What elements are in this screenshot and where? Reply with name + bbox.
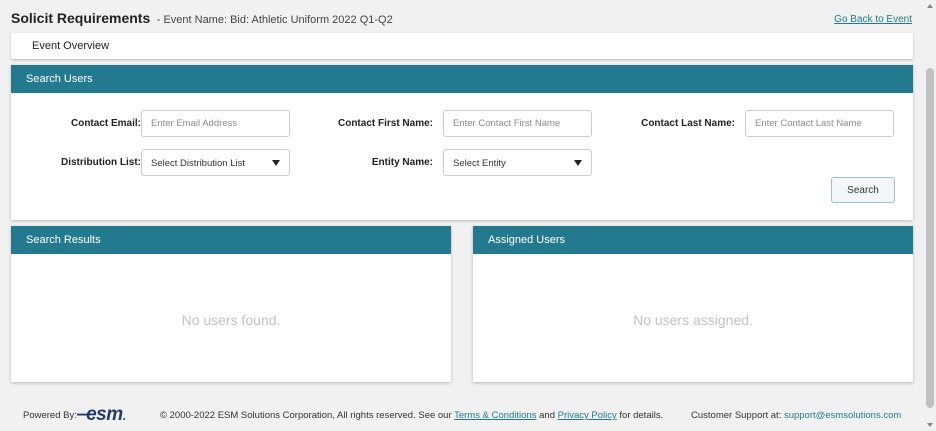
event-overview-bar: Event Overview <box>11 33 913 59</box>
scroll-down-icon[interactable] <box>927 423 933 427</box>
contact-email-label: Contact Email: <box>70 118 141 129</box>
contact-last-name-label: Contact Last Name: <box>641 118 735 129</box>
no-users-found-message: No users found. <box>181 312 281 328</box>
contact-email-input[interactable] <box>141 110 290 137</box>
page-scrollbar[interactable] <box>924 0 936 431</box>
distribution-list-label: Distribution List: <box>61 157 141 168</box>
search-users-panel: Search Users Contact Email: Contact Firs… <box>11 65 913 220</box>
assigned-users-header: Assigned Users <box>473 226 913 254</box>
customer-support: Customer Support at: support@esmsolution… <box>691 410 902 421</box>
caret-down-icon <box>574 160 582 166</box>
support-email-link[interactable]: support@esmsolutions.com <box>784 410 901 421</box>
contact-first-name-input[interactable] <box>443 110 592 137</box>
event-name: - Event Name: Bid: Athletic Uniform 2022… <box>156 14 393 26</box>
footer: Powered By: ‒esm. © 2000-2022 ESM Soluti… <box>0 401 924 431</box>
entity-name-select[interactable]: Select Entity <box>443 149 592 176</box>
scroll-up-icon[interactable] <box>927 4 933 8</box>
caret-down-icon <box>272 160 280 166</box>
page-title: Solicit Requirements <box>11 10 151 26</box>
terms-link[interactable]: Terms & Conditions <box>454 410 536 421</box>
entity-name-value: Select Entity <box>453 158 506 169</box>
distribution-list-select[interactable]: Select Distribution List <box>141 149 290 176</box>
contact-first-name-label: Contact First Name: <box>337 118 433 129</box>
no-users-assigned-message: No users assigned. <box>633 312 753 328</box>
assigned-users-panel: Assigned Users No users assigned. <box>473 226 913 382</box>
esm-logo: ‒esm. <box>76 404 127 425</box>
search-users-header: Search Users <box>11 65 913 93</box>
scroll-thumb[interactable] <box>926 68 934 408</box>
distribution-list-value: Select Distribution List <box>151 158 245 169</box>
contact-last-name-input[interactable] <box>745 110 894 137</box>
search-button[interactable]: Search <box>831 177 895 203</box>
tab-event-overview[interactable]: Event Overview <box>32 40 109 52</box>
powered-by-label: Powered By: <box>23 410 77 421</box>
search-results-header: Search Results <box>11 226 451 254</box>
go-back-link[interactable]: Go Back to Event <box>834 14 912 25</box>
search-results-panel: Search Results No users found. <box>11 226 451 382</box>
copyright-text: © 2000-2022 ESM Solutions Corporation, A… <box>160 410 664 421</box>
privacy-policy-link[interactable]: Privacy Policy <box>558 410 617 421</box>
entity-name-label: Entity Name: <box>371 157 433 168</box>
page-header: Solicit Requirements - Event Name: Bid: … <box>11 10 913 30</box>
